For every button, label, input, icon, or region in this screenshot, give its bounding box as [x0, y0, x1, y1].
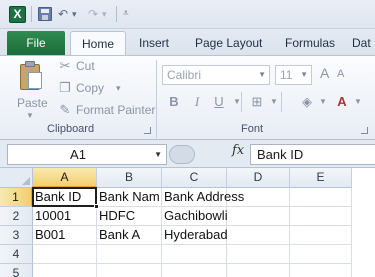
chevron-down-icon: ▼ — [258, 70, 266, 79]
paste-button-label[interactable]: Paste — [17, 96, 48, 110]
cell-b5[interactable] — [97, 264, 162, 277]
cell-b3[interactable]: Bank A — [97, 226, 162, 245]
cell-c3[interactable]: Hyderabad — [162, 226, 228, 245]
font-launcher-icon[interactable] — [361, 127, 368, 134]
bold-button[interactable]: B — [165, 93, 183, 111]
cell-e1[interactable] — [290, 188, 352, 207]
undo-icon[interactable]: ↶ — [58, 5, 68, 23]
cell-a4[interactable] — [33, 245, 97, 264]
format-painter-label: Format Painter — [76, 103, 156, 117]
copy-button[interactable]: ❐ Copy ▾ — [58, 80, 138, 97]
cell-d4[interactable] — [227, 245, 290, 264]
font-name-select[interactable]: Calibri ▼ — [162, 65, 270, 85]
customize-toolbar-icon[interactable]: ⩡ — [123, 5, 129, 23]
worksheet-grid[interactable]: A B C D E 1 Bank ID Bank Nam Bank Address 2 10001 H… — [0, 168, 375, 277]
column-header-a[interactable]: A — [33, 168, 97, 188]
divider — [241, 92, 242, 112]
copy-icon: ❐ — [59, 80, 71, 95]
column-header-b[interactable]: B — [97, 168, 162, 188]
font-color-dropdown-icon[interactable]: ▼ — [349, 93, 367, 111]
ribbon-tabs: File Home Insert Page Layout Formulas Da… — [0, 29, 375, 55]
cell-d1[interactable] — [227, 188, 290, 207]
excel-logo-icon[interactable]: X — [9, 6, 26, 23]
tab-home[interactable]: Home — [70, 31, 127, 55]
chevron-down-icon: ▼ — [154, 150, 162, 159]
font-size-select[interactable]: 11 ▼ — [275, 65, 312, 85]
redo-icon[interactable]: ↷ — [88, 5, 98, 23]
row-header-5[interactable]: 5 — [0, 264, 33, 277]
paste-icon[interactable] — [18, 60, 44, 92]
font-group-label: Font — [241, 123, 264, 135]
clipboard-launcher-icon[interactable] — [144, 127, 151, 134]
copy-dropdown-icon[interactable]: ▾ — [116, 80, 121, 97]
borders-icon[interactable]: ⊞ — [248, 93, 266, 111]
tab-insert[interactable]: Insert — [139, 31, 169, 55]
group-divider — [156, 60, 157, 138]
insert-function-icon[interactable]: fx — [232, 143, 244, 158]
formula-controls — [167, 144, 227, 165]
cell-e4[interactable] — [290, 245, 352, 264]
cell-e3[interactable] — [290, 226, 352, 245]
cell-b1[interactable]: Bank Nam — [97, 188, 162, 207]
copy-label: Copy — [76, 81, 105, 95]
save-icon[interactable] — [38, 7, 52, 21]
fill-handle[interactable] — [94, 204, 99, 209]
ribbon-home: Paste ▼ ✂ Cut ❐ Copy ▾ ✎ Format Painter … — [0, 55, 375, 140]
cell-b2[interactable]: HDFC — [97, 207, 162, 226]
row-header-3[interactable]: 3 — [0, 226, 33, 245]
row-header-2[interactable]: 2 — [0, 207, 33, 226]
expand-toggle-icon[interactable] — [169, 145, 195, 164]
cell-e5[interactable] — [290, 264, 352, 277]
cell-b4[interactable] — [97, 245, 162, 264]
cell-d3[interactable] — [227, 226, 290, 245]
formula-bar: A1 ▼ fx Bank ID — [0, 140, 375, 168]
cut-label: Cut — [76, 59, 95, 73]
tab-file[interactable]: File — [7, 31, 65, 55]
cell-e2[interactable] — [290, 207, 352, 226]
cell-a2[interactable]: 10001 — [33, 207, 97, 226]
underline-button[interactable]: U — [210, 93, 228, 111]
grow-font-icon[interactable]: A — [320, 65, 329, 81]
column-header-e[interactable]: E — [290, 168, 352, 188]
font-size-value: 11 — [280, 68, 293, 82]
toolbar-divider — [116, 6, 117, 22]
clipboard-group-label: Clipboard — [47, 123, 95, 135]
cell-a5[interactable] — [33, 264, 97, 277]
formula-input[interactable]: Bank ID — [250, 144, 375, 165]
toolbar-divider — [31, 6, 32, 22]
format-painter-button[interactable]: ✎ Format Painter — [58, 102, 158, 119]
divider — [281, 92, 282, 112]
font-name-value: Calibri — [167, 68, 202, 82]
column-header-d[interactable]: D — [227, 168, 290, 188]
cell-c1[interactable]: Bank Address — [162, 188, 244, 207]
tab-page-layout[interactable]: Page Layout — [195, 31, 262, 55]
select-all-corner[interactable] — [0, 168, 33, 188]
tab-formulas[interactable]: Formulas — [285, 31, 335, 55]
italic-button[interactable]: I — [188, 93, 206, 111]
row-header-4[interactable]: 4 — [0, 245, 33, 264]
cell-c5[interactable] — [162, 264, 227, 277]
paste-dropdown-icon[interactable]: ▼ — [26, 111, 34, 120]
undo-dropdown-icon[interactable]: ▾ — [72, 5, 77, 23]
name-box[interactable]: A1 ▼ — [7, 144, 167, 165]
fill-color-dropdown-icon[interactable]: ▼ — [314, 93, 332, 111]
cut-button[interactable]: ✂ Cut — [58, 58, 108, 75]
underline-dropdown-icon[interactable]: ▼ — [228, 93, 246, 111]
name-box-value: A1 — [70, 147, 86, 162]
column-header-c[interactable]: C — [162, 168, 227, 188]
quick-access-toolbar: X ↶ ▾ ↷ ▾ ⩡ — [0, 0, 375, 29]
scissors-icon: ✂ — [59, 58, 71, 73]
tab-data[interactable]: Dat — [352, 31, 371, 55]
chevron-down-icon: ▼ — [300, 70, 308, 79]
redo-dropdown-icon[interactable]: ▾ — [102, 5, 107, 23]
row-header-1[interactable]: 1 — [0, 188, 33, 207]
cell-d5[interactable] — [227, 264, 290, 277]
cell-c2[interactable]: Gachibowli — [162, 207, 228, 226]
cell-a1[interactable]: Bank ID — [32, 187, 97, 207]
cell-c4[interactable] — [162, 245, 227, 264]
cell-d2[interactable] — [227, 207, 290, 226]
shrink-font-icon[interactable]: A — [337, 68, 344, 80]
cell-a3[interactable]: B001 — [33, 226, 97, 245]
paintbrush-icon: ✎ — [59, 102, 71, 117]
